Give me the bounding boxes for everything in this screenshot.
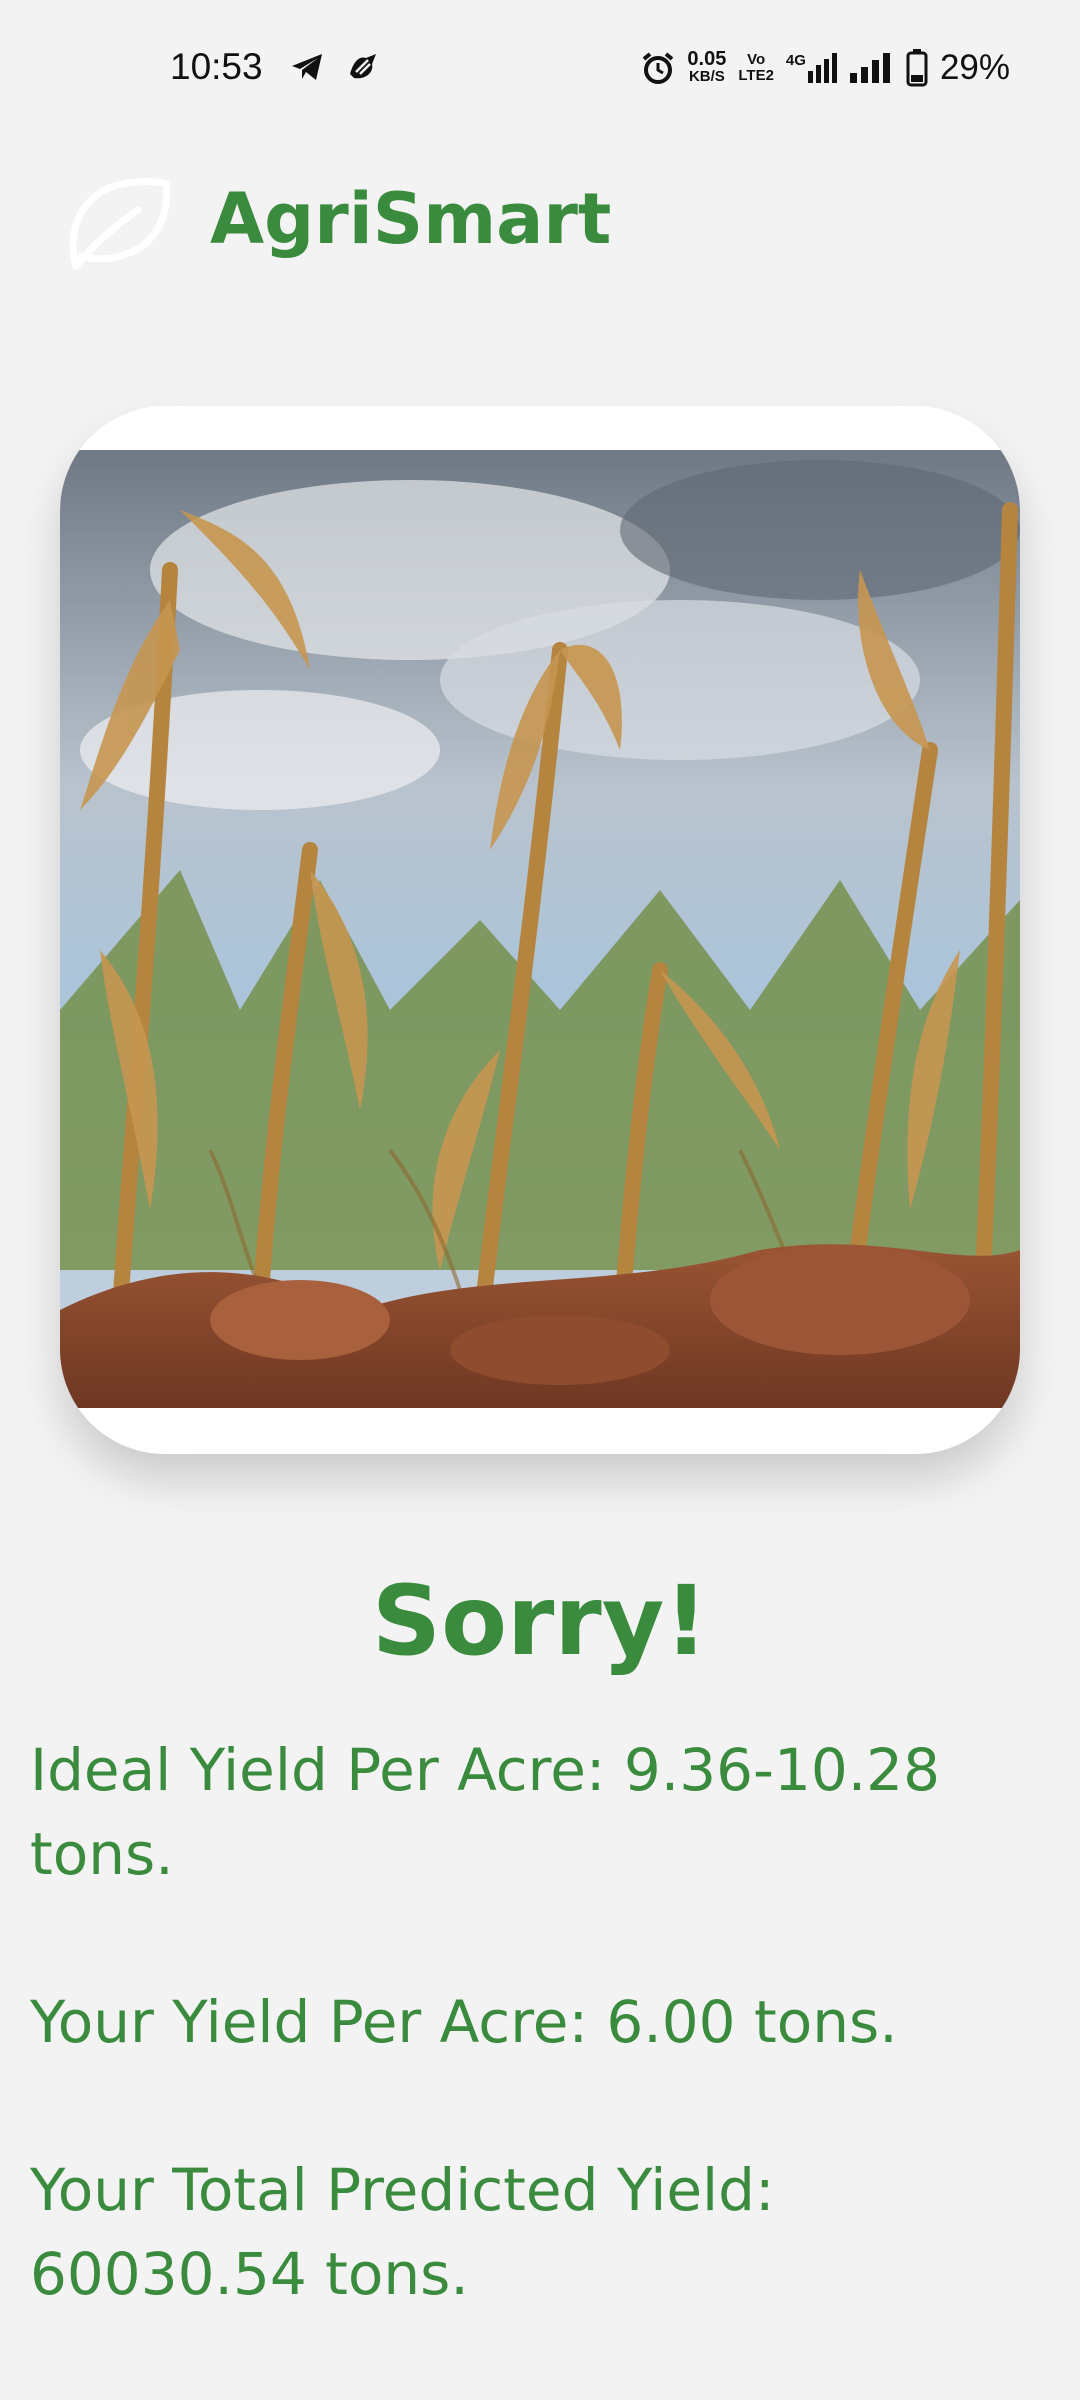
- your-yield-text: Your Yield Per Acre: 6.00 tons.: [30, 1988, 898, 2056]
- volte-indicator: Vo LTE2: [738, 52, 774, 84]
- signal-4g: 4G: [786, 53, 838, 83]
- total-yield-line2: 60030.54 tons.: [30, 2240, 469, 2308]
- status-bar: 10:53 0.05 KB/S Vo LTE2 4G 29%: [0, 0, 1080, 145]
- network-speed: 0.05 KB/S: [687, 48, 727, 86]
- signal-bars-icon: [807, 53, 837, 83]
- network-speed-unit: KB/S: [688, 68, 725, 85]
- network-type: 4G: [785, 52, 806, 69]
- total-yield-text: Your Total Predicted Yield: 60030.54 ton…: [30, 2148, 1030, 2316]
- battery-icon: [906, 49, 928, 87]
- notification-icons: [290, 52, 380, 82]
- alarm-icon: [643, 52, 674, 84]
- signal-bars-icon: [849, 53, 890, 83]
- crop-image-card: [60, 406, 1020, 1454]
- status-right: 0.05 KB/S Vo LTE2 4G 29%: [641, 48, 1010, 88]
- network-speed-value: 0.05: [687, 48, 727, 70]
- total-yield-line1: Your Total Predicted Yield:: [30, 2156, 775, 2224]
- ideal-yield-line2: tons.: [30, 1820, 174, 1888]
- volte-bottom: LTE2: [738, 67, 774, 84]
- status-time: 10:53: [170, 46, 263, 87]
- leaf-icon: [69, 178, 171, 270]
- result-title: Sorry!: [371, 1565, 709, 1677]
- ideal-yield-text: Ideal Yield Per Acre: 9.36-10.28 tons.: [30, 1728, 1030, 1896]
- volte-top: Vo: [747, 51, 766, 68]
- app-title: AgriSmart: [210, 178, 612, 260]
- app-header: AgriSmart: [0, 160, 1080, 290]
- battery-percent: 29%: [939, 48, 1010, 87]
- telegram-icon: [292, 54, 322, 80]
- app-notification-icon: [350, 54, 376, 79]
- ideal-yield-line1: Ideal Yield Per Acre: 9.36-10.28: [30, 1736, 940, 1804]
- drought-cornfield-image: [60, 450, 1020, 1408]
